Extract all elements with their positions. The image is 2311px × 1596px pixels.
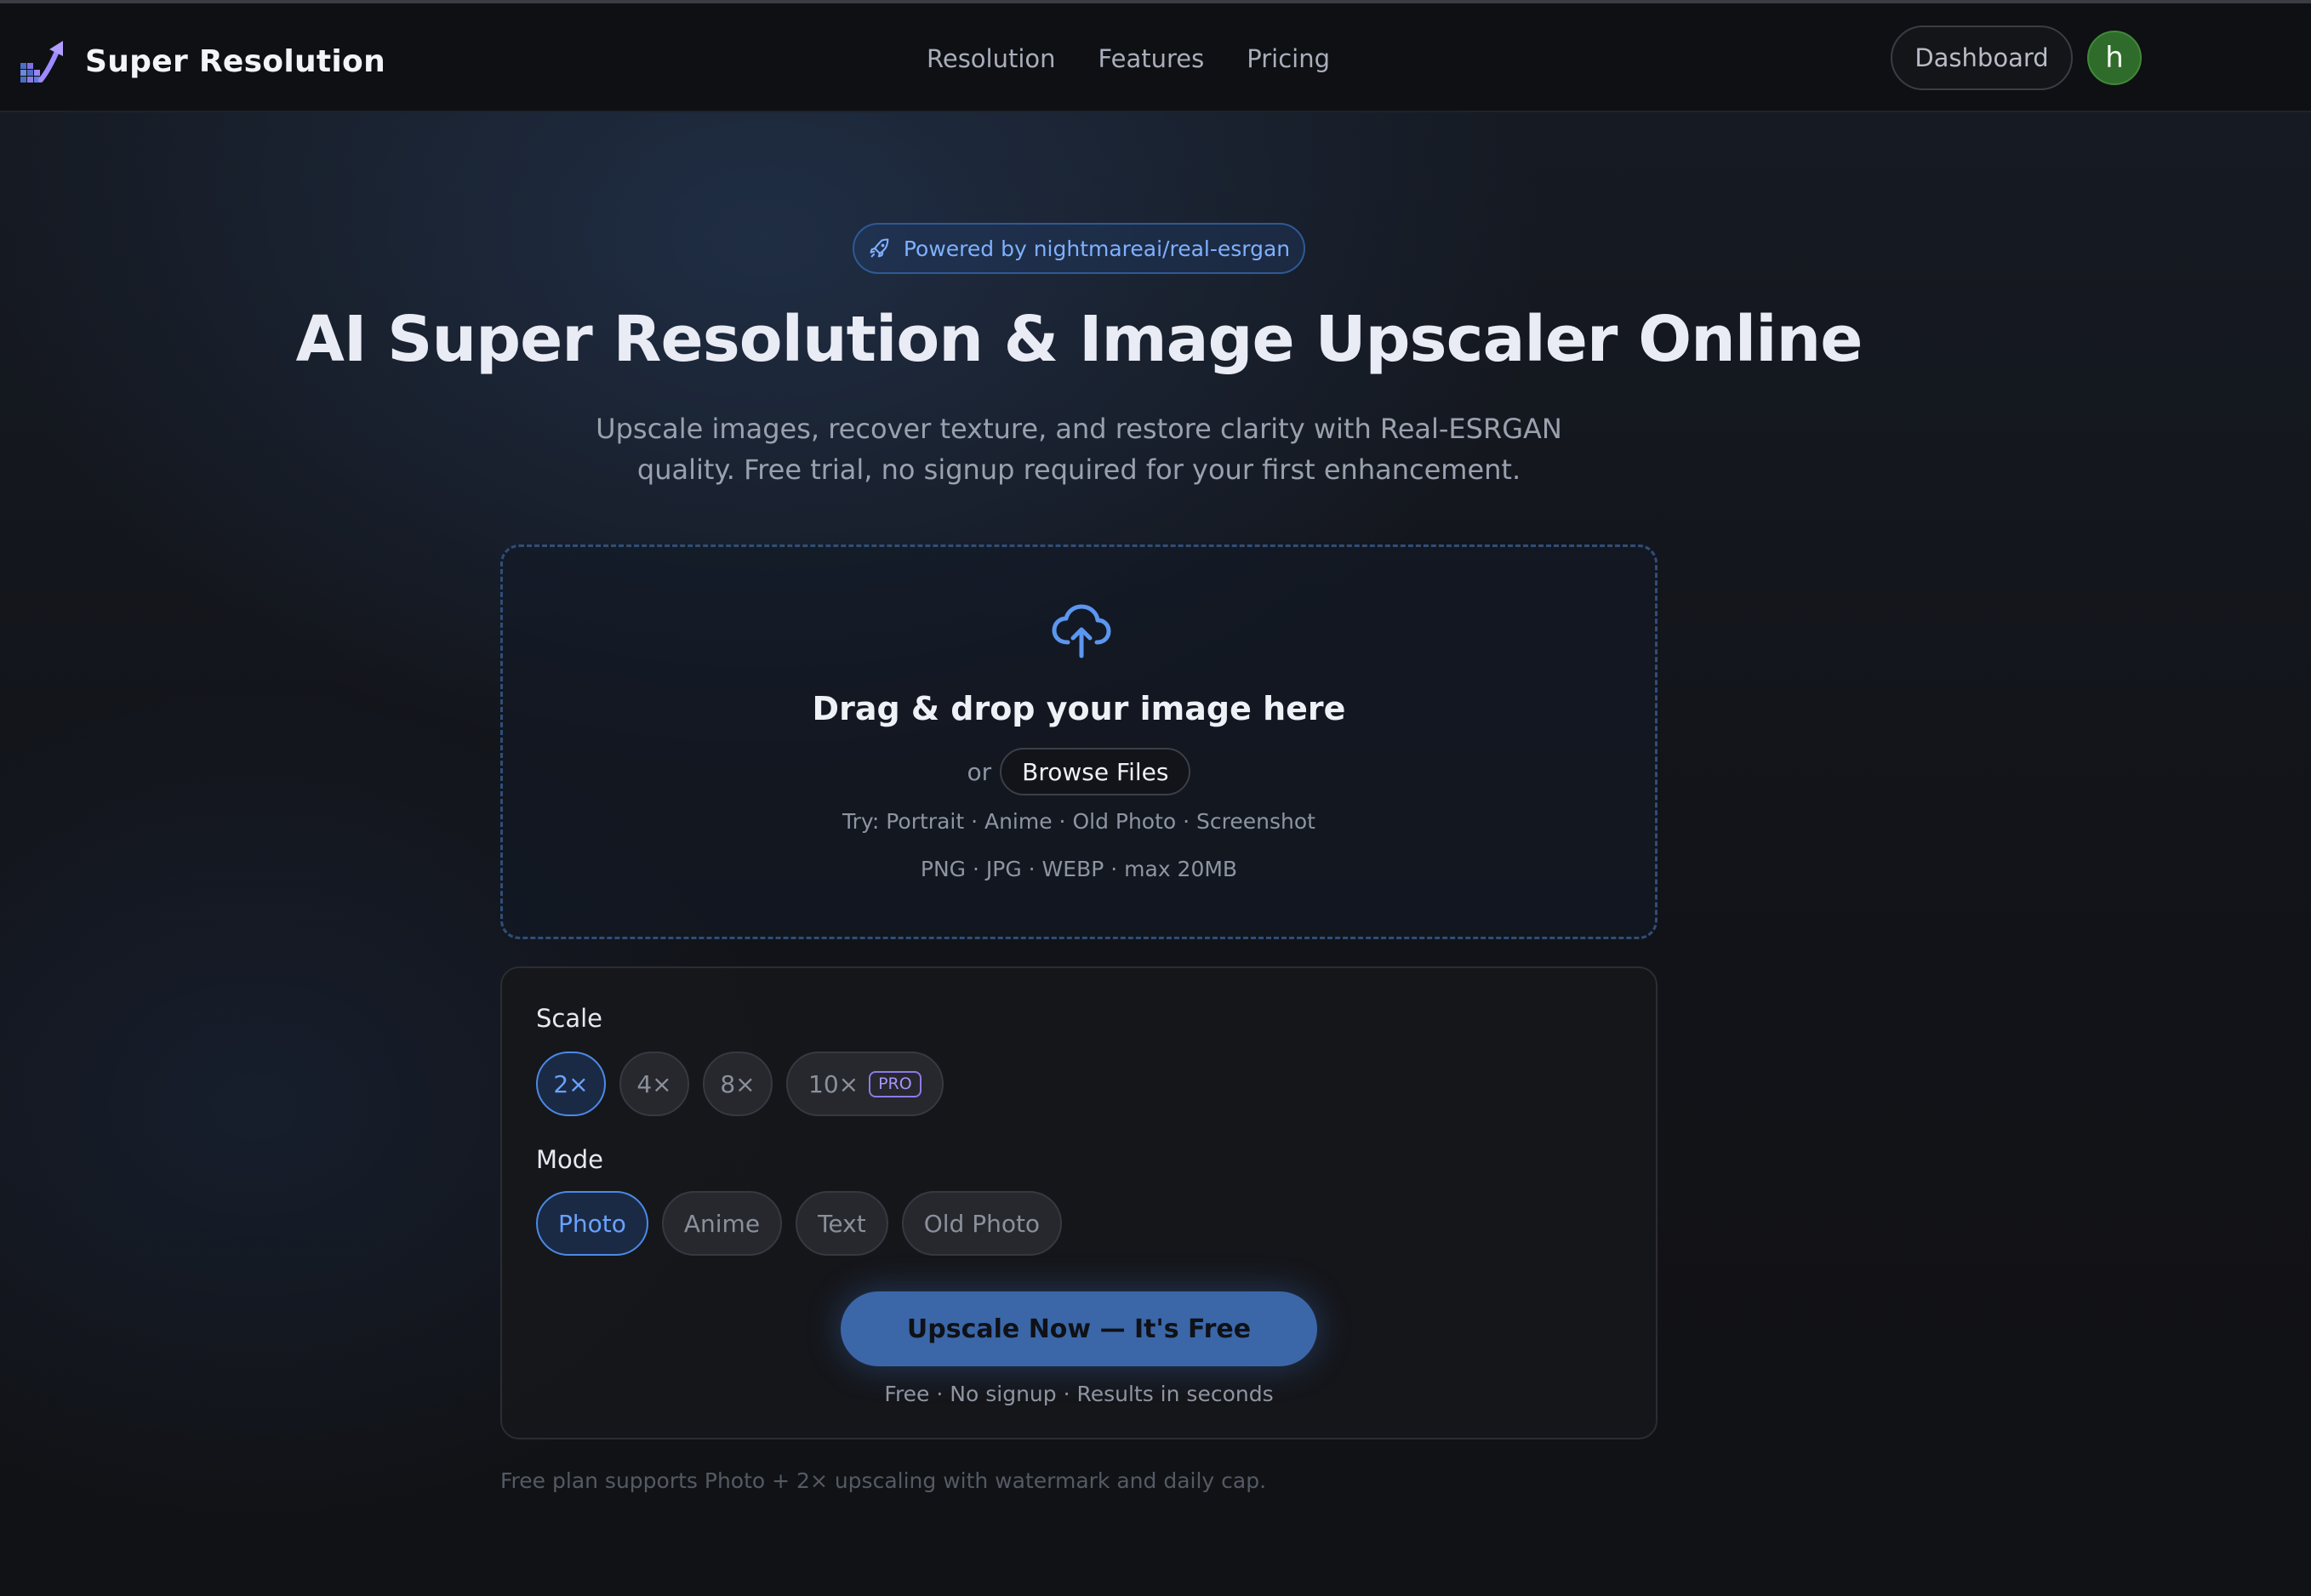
brand-name: Super Resolution: [85, 43, 386, 79]
nav-pricing[interactable]: Pricing: [1247, 44, 1330, 73]
powered-by-badge: Powered by nightmareai/real-esrgan: [853, 223, 1305, 274]
sample-suggestions: Try: Portrait · Anime · Old Photo · Scre…: [842, 809, 1315, 834]
free-plan-footnote: Free plan supports Photo + 2× upscaling …: [500, 1468, 1267, 1493]
options-panel: Scale 2× 4× 8× 10× PRO Mode Photo Anime …: [500, 966, 1658, 1439]
upload-dropzone[interactable]: Drag & drop your image here or Browse Fi…: [500, 544, 1658, 939]
nav-features[interactable]: Features: [1098, 44, 1205, 73]
user-avatar[interactable]: h: [2087, 31, 2142, 85]
hero-subtitle: Upscale images, recover texture, and res…: [596, 408, 1562, 490]
scale-10x[interactable]: 10× PRO: [786, 1052, 944, 1116]
nav-resolution[interactable]: Resolution: [927, 44, 1056, 73]
cloud-upload-icon: [1052, 604, 1111, 658]
scale-10x-label: 10×: [808, 1069, 859, 1098]
upscale-now-button[interactable]: Upscale Now — It's Free: [841, 1291, 1317, 1366]
supported-formats: PNG · JPG · WEBP · max 20MB: [920, 857, 1238, 881]
pro-badge: PRO: [869, 1070, 922, 1097]
main-nav: Resolution Features Pricing: [927, 44, 1330, 73]
subtitle-line-1: Upscale images, recover texture, and res…: [596, 413, 1562, 445]
scale-options: 2× 4× 8× 10× PRO: [536, 1052, 944, 1116]
browse-files-button[interactable]: Browse Files: [1000, 748, 1191, 795]
dashboard-button[interactable]: Dashboard: [1891, 26, 2073, 90]
mode-text[interactable]: Text: [796, 1191, 888, 1256]
upscale-arrow-logo-icon: [20, 41, 63, 83]
rocket-icon: [870, 238, 889, 258]
mode-old-photo[interactable]: Old Photo: [901, 1191, 1063, 1256]
scale-4x[interactable]: 4×: [619, 1052, 689, 1116]
page-title: AI Super Resolution & Image Upscaler Onl…: [295, 303, 1863, 376]
dropzone-browse-row: or Browse Files: [503, 748, 1655, 795]
mode-label: Mode: [536, 1145, 604, 1174]
dropzone-title: Drag & drop your image here: [812, 690, 1346, 727]
scale-label: Scale: [536, 1004, 603, 1033]
top-navbar: Super Resolution Resolution Features Pri…: [0, 3, 2311, 112]
mode-photo[interactable]: Photo: [536, 1191, 648, 1256]
subtitle-line-2: quality. Free trial, no signup required …: [636, 453, 1521, 486]
mode-options: Photo Anime Text Old Photo: [536, 1191, 1063, 1256]
or-text: or: [967, 757, 992, 786]
upscale-note: Free · No signup · Results in seconds: [884, 1382, 1274, 1406]
badge-text: Powered by nightmareai/real-esrgan: [903, 236, 1291, 261]
brand-logo[interactable]: Super Resolution: [19, 37, 385, 85]
scale-2x[interactable]: 2×: [536, 1052, 606, 1116]
mode-anime[interactable]: Anime: [661, 1191, 783, 1256]
scale-8x[interactable]: 8×: [703, 1052, 773, 1116]
